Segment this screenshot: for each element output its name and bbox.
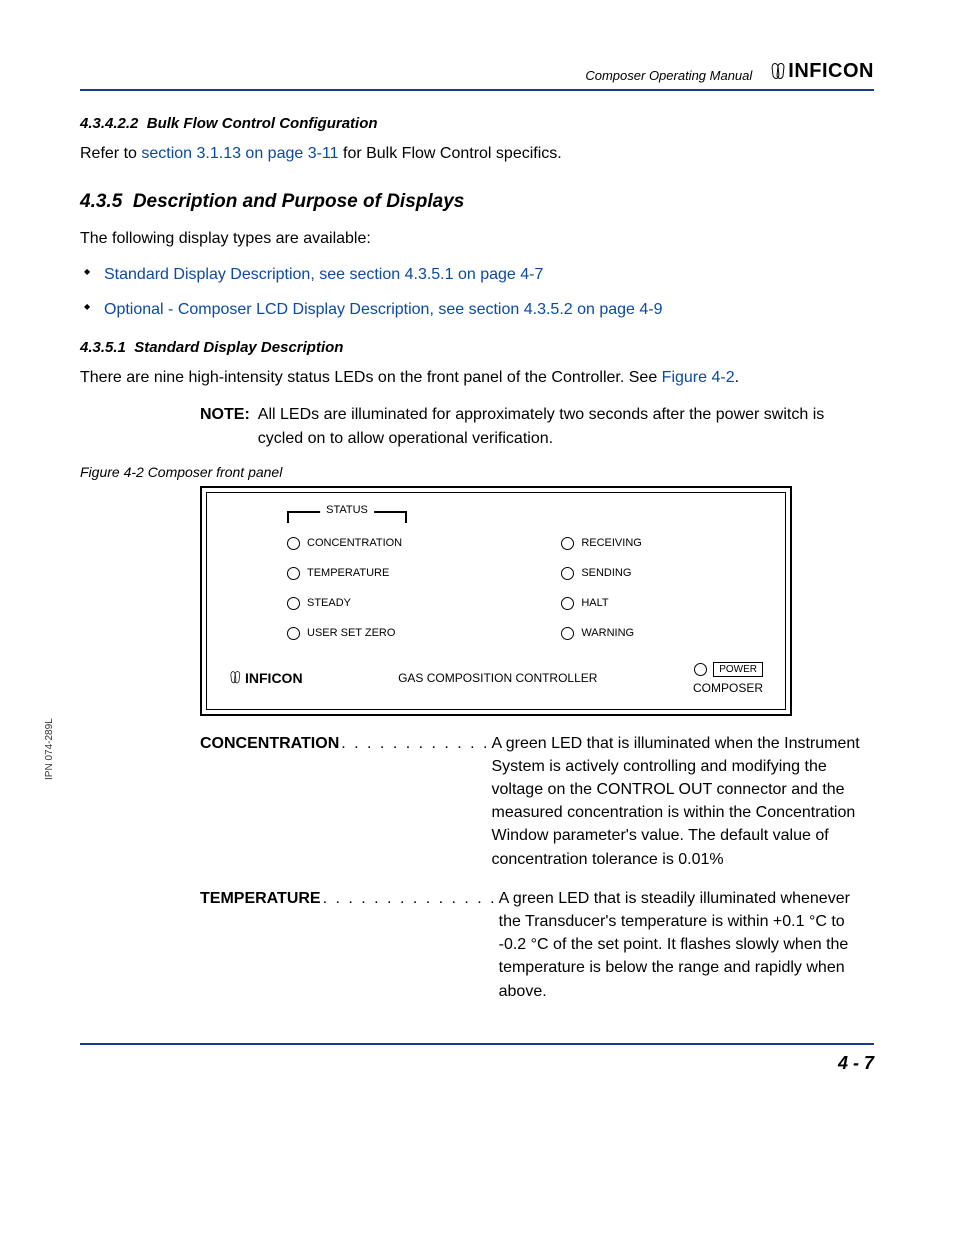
bullet-list-435: Standard Display Description, see sectio… — [80, 264, 874, 321]
led-label: STEADY — [307, 597, 351, 609]
manual-title: Composer Operating Manual — [585, 68, 752, 83]
figure-caption: Figure 4-2 Composer front panel — [80, 464, 874, 480]
panel-brand-logo: INFICON — [229, 669, 303, 687]
power-group: POWER COMPOSER — [693, 662, 763, 695]
led-icon — [561, 597, 574, 610]
def-body: A green LED that is steadily illuminated… — [499, 887, 874, 1003]
note-text: All LEDs are illuminated for approximate… — [258, 403, 874, 449]
def-term: TEMPERATURE — [200, 887, 321, 1003]
power-label: POWER — [713, 662, 763, 677]
text-post: for Bulk Flow Control specifics. — [339, 145, 562, 162]
panel-bottom: INFICON GAS COMPOSITION CONTROLLER POWER… — [229, 662, 763, 695]
status-bracket: STATUS — [287, 511, 407, 523]
composer-label: COMPOSER — [693, 681, 763, 695]
text-post: . — [735, 369, 739, 386]
led-icon — [287, 537, 300, 550]
front-panel: STATUS CONCENTRATION RECEIVING TEMPERATU… — [206, 492, 786, 710]
side-ipn-label: IPN 074-289L — [44, 718, 55, 780]
section-title: Bulk Flow Control Configuration — [147, 115, 378, 132]
para-43422: Refer to section 3.1.13 on page 3-11 for… — [80, 142, 874, 165]
led-halt: HALT — [561, 597, 763, 610]
section-title: Standard Display Description — [134, 339, 343, 356]
led-label: SENDING — [581, 567, 631, 579]
text-pre: There are nine high-intensity status LED… — [80, 369, 662, 386]
definition-temperature: TEMPERATURE . . . . . . . . . . . . . . … — [200, 887, 874, 1003]
panel-brand-text: INFICON — [245, 670, 303, 686]
led-icon — [287, 567, 300, 580]
note-4351: NOTE: All LEDs are illuminated for appro… — [200, 403, 874, 449]
led-grid: CONCENTRATION RECEIVING TEMPERATURE SEND… — [287, 537, 763, 640]
text-pre: Refer to — [80, 145, 141, 162]
led-label: HALT — [581, 597, 608, 609]
def-dots: . . . . . . . . . . . . — [339, 732, 491, 871]
led-label: USER SET ZERO — [307, 627, 395, 639]
led-label: WARNING — [581, 627, 634, 639]
definition-concentration: CONCENTRATION . . . . . . . . . . . . A … — [200, 732, 874, 871]
para-4351: There are nine high-intensity status LED… — [80, 366, 874, 389]
heading-4351: 4.3.5.1 Standard Display Description — [80, 339, 874, 356]
def-dots: . . . . . . . . . . . . . . — [321, 887, 499, 1003]
led-user-set-zero: USER SET ZERO — [287, 627, 523, 640]
led-icon — [561, 537, 574, 550]
list-item: Optional - Composer LCD Display Descript… — [80, 299, 874, 321]
led-label: CONCENTRATION — [307, 537, 402, 549]
led-icon — [287, 627, 300, 640]
heading-43422: 4.3.4.2.2 Bulk Flow Control Configuratio… — [80, 115, 874, 132]
panel-center-text: GAS COMPOSITION CONTROLLER — [398, 671, 597, 685]
led-temperature: TEMPERATURE — [287, 567, 523, 580]
link-figure-4-2[interactable]: Figure 4-2 — [662, 369, 735, 386]
led-steady: STEADY — [287, 597, 523, 610]
led-icon — [287, 597, 300, 610]
list-item: Standard Display Description, see sectio… — [80, 264, 874, 286]
page-footer: 4 - 7 — [80, 1043, 874, 1074]
note-label: NOTE: — [200, 403, 250, 449]
led-sending: SENDING — [561, 567, 763, 580]
brand-logo: INFICON — [772, 60, 874, 83]
def-term: CONCENTRATION — [200, 732, 339, 871]
link-4351[interactable]: Standard Display Description, see sectio… — [104, 266, 543, 283]
led-icon — [561, 627, 574, 640]
logo-icon — [772, 63, 786, 81]
brand-text: INFICON — [788, 60, 874, 83]
led-concentration: CONCENTRATION — [287, 537, 523, 550]
figure-panel: STATUS CONCENTRATION RECEIVING TEMPERATU… — [200, 486, 792, 716]
link-4352[interactable]: Optional - Composer LCD Display Descript… — [104, 301, 663, 318]
section-number: 4.3.4.2.2 — [80, 115, 138, 132]
logo-icon — [231, 671, 242, 685]
section-number: 4.3.5 — [80, 191, 122, 212]
page-header: Composer Operating Manual INFICON — [80, 60, 874, 91]
section-number: 4.3.5.1 — [80, 339, 126, 356]
led-receiving: RECEIVING — [561, 537, 763, 550]
status-label: STATUS — [320, 504, 374, 516]
led-label: TEMPERATURE — [307, 567, 389, 579]
intro-435: The following display types are availabl… — [80, 227, 874, 250]
led-icon — [561, 567, 574, 580]
link-3-1-13[interactable]: section 3.1.13 on page 3-11 — [141, 145, 338, 162]
led-warning: WARNING — [561, 627, 763, 640]
led-label: RECEIVING — [581, 537, 642, 549]
led-icon — [694, 663, 707, 676]
heading-435: 4.3.5 Description and Purpose of Display… — [80, 191, 874, 213]
section-title: Description and Purpose of Displays — [133, 191, 465, 212]
page-number: 4 - 7 — [838, 1053, 874, 1073]
def-body: A green LED that is illuminated when the… — [492, 732, 875, 871]
